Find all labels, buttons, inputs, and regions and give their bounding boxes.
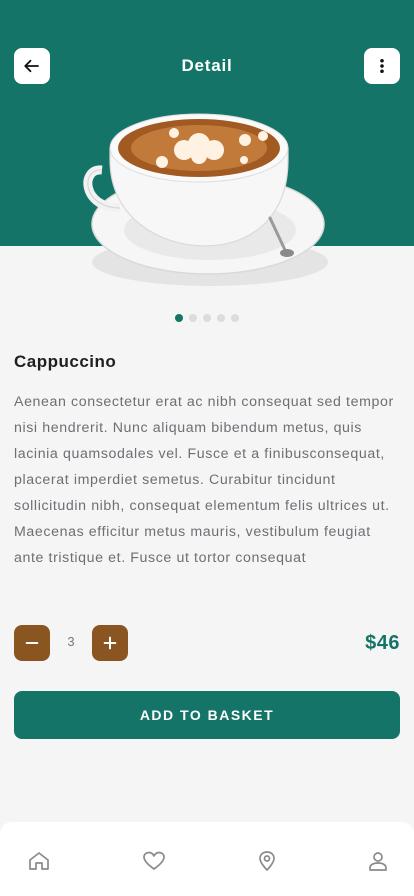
home-icon bbox=[29, 852, 49, 870]
plus-icon bbox=[103, 636, 117, 650]
user-icon bbox=[369, 852, 387, 871]
bottom-navigation-bar bbox=[0, 822, 414, 896]
more-vertical-icon bbox=[380, 58, 384, 74]
add-to-basket-button[interactable]: ADD TO BASKET bbox=[14, 691, 400, 739]
carousel-dot[interactable] bbox=[203, 314, 211, 322]
nav-favorites-button[interactable] bbox=[141, 848, 167, 874]
page-title: Detail bbox=[181, 56, 233, 75]
cappuccino-cup-image bbox=[83, 113, 328, 286]
more-options-button[interactable] bbox=[364, 48, 400, 84]
nav-home-button[interactable] bbox=[26, 848, 52, 874]
carousel-dot[interactable] bbox=[217, 314, 225, 322]
increase-quantity-button[interactable] bbox=[92, 625, 128, 661]
product-name: Cappuccino bbox=[14, 352, 117, 371]
heart-icon bbox=[143, 851, 165, 870]
carousel-dot[interactable] bbox=[189, 314, 197, 322]
minus-icon bbox=[25, 642, 39, 644]
location-pin-icon bbox=[259, 851, 275, 871]
quantity-value: 3 bbox=[67, 634, 75, 649]
carousel-dot[interactable] bbox=[231, 314, 239, 322]
nav-location-button[interactable] bbox=[254, 848, 280, 874]
decrease-quantity-button[interactable] bbox=[14, 625, 50, 661]
image-carousel-indicator bbox=[0, 314, 414, 322]
nav-profile-button[interactable] bbox=[365, 848, 391, 874]
product-price: $46 bbox=[365, 632, 400, 654]
product-description: Aenean consectetur erat ac nibh consequa… bbox=[14, 394, 394, 566]
carousel-dot[interactable] bbox=[175, 314, 183, 322]
